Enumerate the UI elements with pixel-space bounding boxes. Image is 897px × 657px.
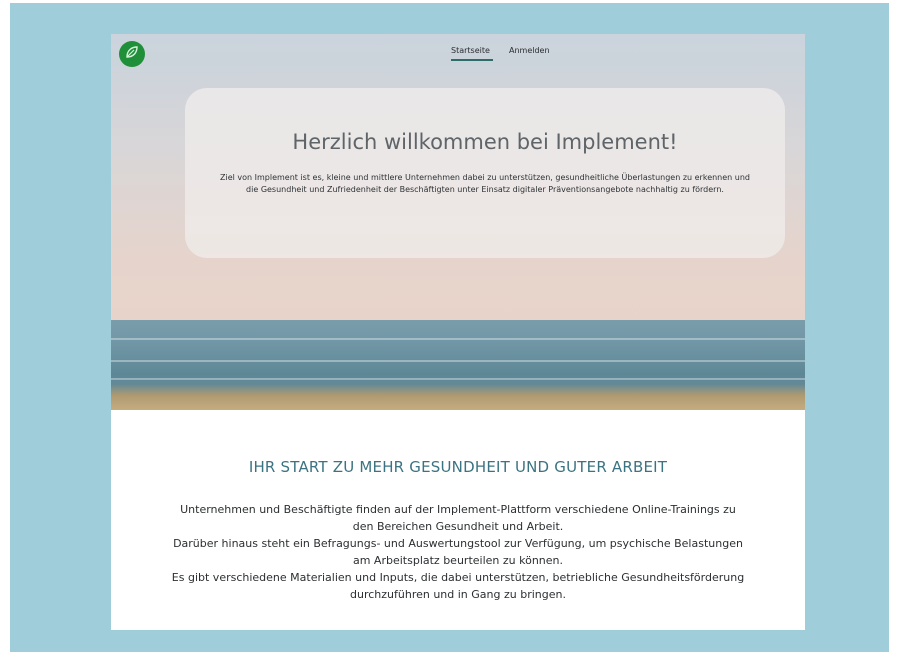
welcome-title: Herzlich willkommen bei Implement!: [292, 130, 678, 154]
wave-line: [111, 360, 805, 362]
dune-grass-image: [111, 384, 805, 410]
section-text: Unternehmen und Beschäftigte finden auf …: [171, 501, 745, 603]
website-screen: Startseite Anmelden Herzlich willkommen …: [111, 34, 805, 630]
nav-item-anmelden[interactable]: Anmelden: [509, 46, 550, 55]
nav-active-indicator: [451, 59, 493, 61]
top-navbar: Startseite Anmelden: [111, 34, 805, 72]
welcome-text: Ziel von Implement ist es, kleine und mi…: [219, 173, 751, 194]
section-paragraph-trainings: Unternehmen und Beschäftigte finden auf …: [180, 503, 736, 533]
nav-item-startseite[interactable]: Startseite: [451, 46, 490, 55]
section-paragraph-tool: Darüber hinaus steht ein Befragungs- und…: [173, 537, 743, 567]
wave-line: [111, 338, 805, 340]
leaf-icon: [124, 44, 140, 64]
wave-line: [111, 378, 805, 380]
welcome-card: Herzlich willkommen bei Implement! Ziel …: [185, 88, 785, 258]
section-title: IHR START ZU MEHR GESUNDHEIT UND GUTER A…: [248, 458, 668, 476]
logo[interactable]: [119, 41, 145, 67]
section-paragraph-materials: Es gibt verschiedene Materialien und Inp…: [171, 571, 745, 601]
